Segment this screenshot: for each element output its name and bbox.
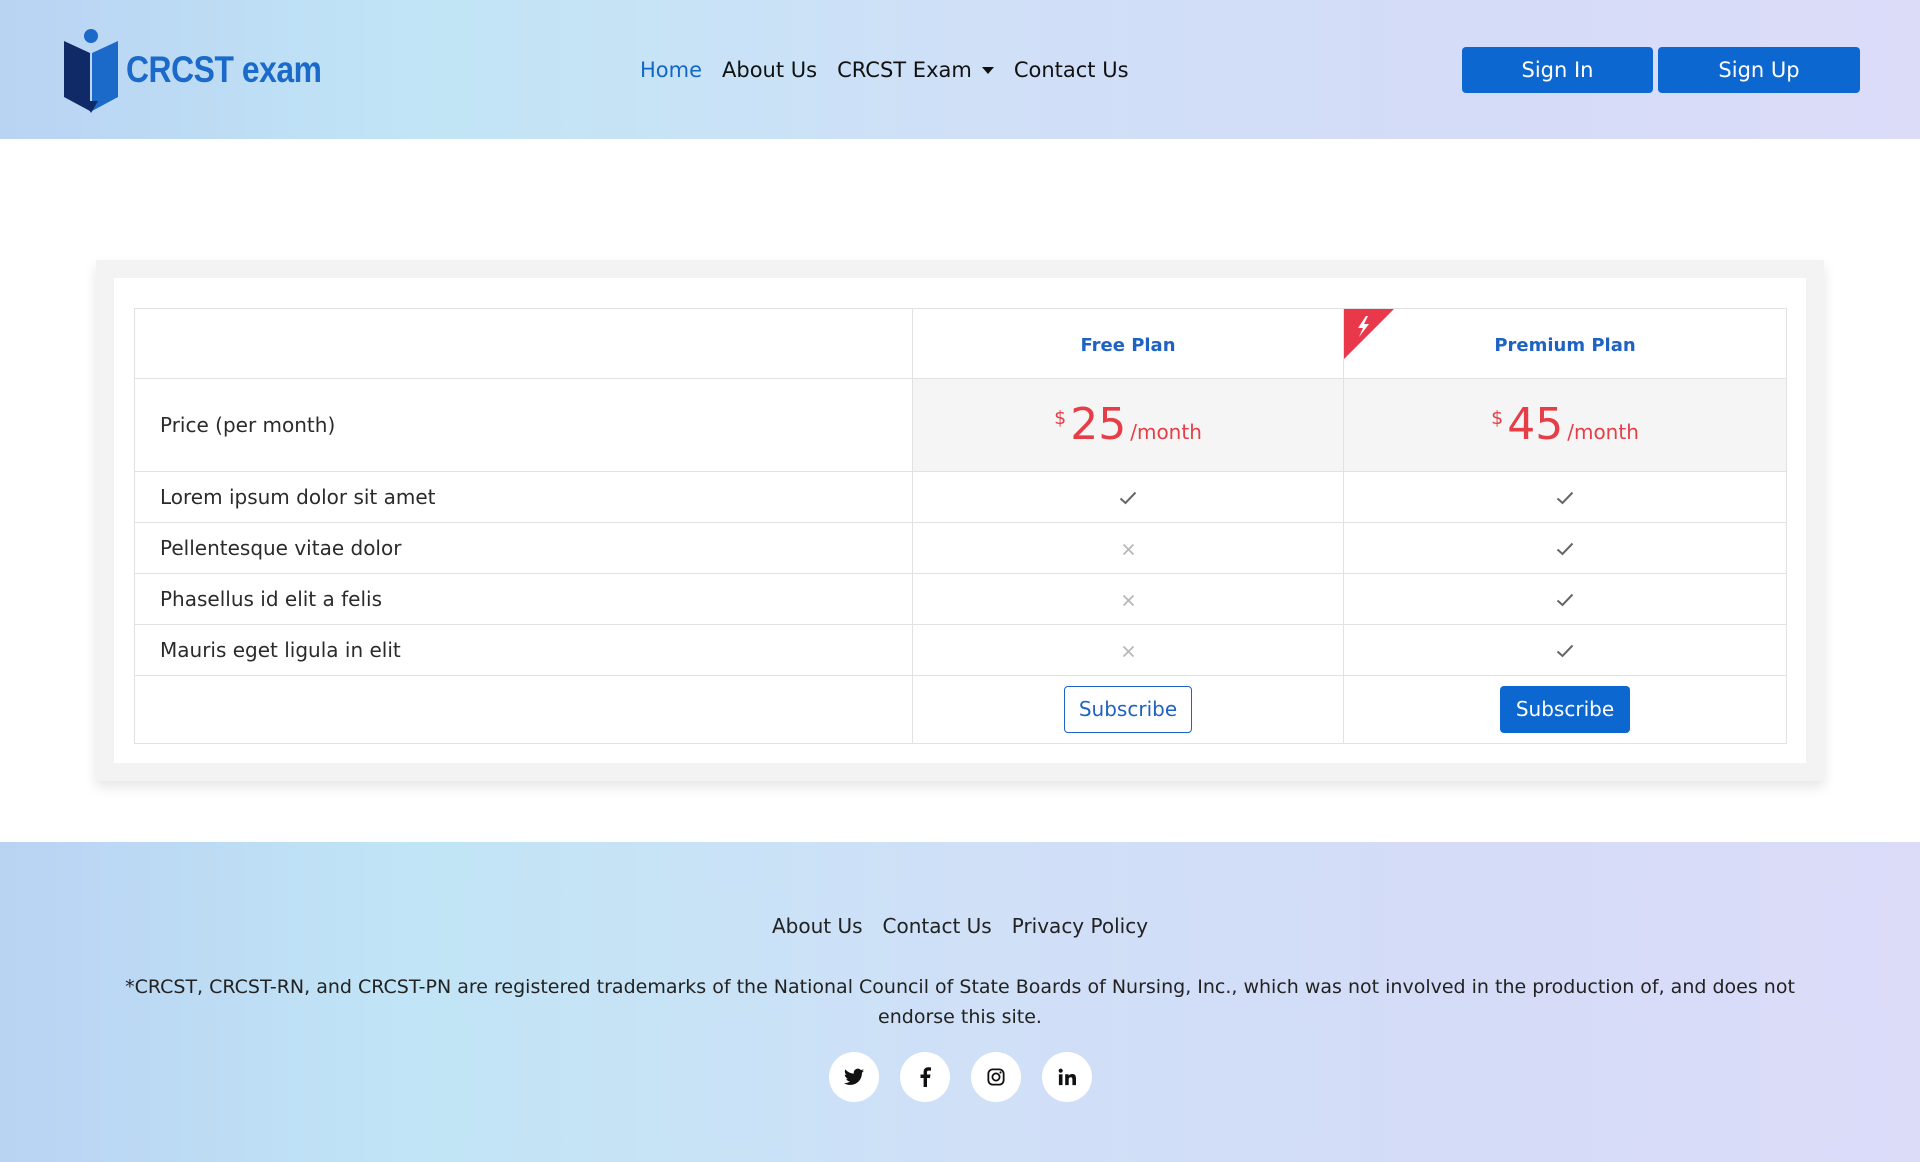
footer-link-about-us[interactable]: About Us bbox=[772, 914, 863, 938]
site-logo[interactable]: CRCST exam bbox=[62, 26, 353, 114]
feature-rows: Lorem ipsum dolor sit amet Pellentesque v… bbox=[134, 471, 1787, 676]
price-period: /month bbox=[1130, 420, 1202, 444]
feature-row: Mauris eget ligula in elit bbox=[134, 624, 1787, 676]
facebook-link[interactable] bbox=[900, 1052, 950, 1102]
main-nav: Home About Us CRCST Exam Contact Us bbox=[640, 54, 1149, 86]
social-links bbox=[0, 1052, 1920, 1102]
nav-crcst-exam-label: CRCST Exam bbox=[837, 58, 972, 82]
premium-plan-feature-cell bbox=[1343, 624, 1787, 676]
feature-label: Lorem ipsum dolor sit amet bbox=[134, 471, 913, 523]
free-plan-title: Free Plan bbox=[1080, 334, 1176, 356]
cross-icon bbox=[1122, 588, 1135, 612]
check-icon bbox=[1556, 537, 1574, 561]
free-plan-action: Subscribe bbox=[912, 675, 1344, 744]
pricing-card: Free Plan Premium Plan Price (per month)… bbox=[96, 260, 1824, 781]
premium-subscribe-button[interactable]: Subscribe bbox=[1499, 686, 1631, 733]
site-header: CRCST exam Home About Us CRCST Exam Cont… bbox=[0, 0, 1920, 139]
twitter-icon bbox=[844, 1068, 864, 1085]
premium-plan-header: Premium Plan bbox=[1343, 308, 1787, 379]
nav-contact-us[interactable]: Contact Us bbox=[1014, 58, 1129, 82]
pricing-card-body: Free Plan Premium Plan Price (per month)… bbox=[114, 278, 1806, 763]
feature-row: Lorem ipsum dolor sit amet bbox=[134, 471, 1787, 523]
site-footer: About Us Contact Us Privacy Policy *CRCS… bbox=[0, 842, 1920, 1162]
check-icon bbox=[1119, 486, 1137, 510]
footer-link-privacy-policy[interactable]: Privacy Policy bbox=[1012, 914, 1148, 938]
linkedin-link[interactable] bbox=[1042, 1052, 1092, 1102]
premium-plan-action: Subscribe bbox=[1343, 675, 1787, 744]
free-plan-feature-cell bbox=[912, 624, 1344, 676]
featured-ribbon bbox=[1344, 309, 1394, 359]
feature-row: Pellentesque vitae dolor bbox=[134, 522, 1787, 574]
nav-home[interactable]: Home bbox=[640, 58, 702, 82]
logo-text: CRCST exam bbox=[126, 49, 322, 90]
free-plan-header: Free Plan bbox=[912, 308, 1344, 379]
currency-symbol: $ bbox=[1054, 407, 1067, 429]
price-amount: 25 bbox=[1070, 399, 1127, 450]
twitter-link[interactable] bbox=[829, 1052, 879, 1102]
feature-label: Phasellus id elit a felis bbox=[134, 573, 913, 625]
pricing-table: Free Plan Premium Plan Price (per month)… bbox=[134, 308, 1787, 744]
subscribe-row: Subscribe Subscribe bbox=[134, 675, 1787, 744]
facebook-icon bbox=[920, 1067, 931, 1087]
feature-label: Pellentesque vitae dolor bbox=[134, 522, 913, 574]
empty-header-cell bbox=[134, 308, 913, 379]
book-reader-logo-icon bbox=[64, 29, 118, 113]
footer-links: About Us Contact Us Privacy Policy bbox=[0, 914, 1920, 938]
price-amount: 45 bbox=[1507, 399, 1564, 450]
free-plan-feature-cell bbox=[912, 522, 1344, 574]
cross-icon bbox=[1122, 639, 1135, 663]
nav-about-us[interactable]: About Us bbox=[722, 58, 817, 82]
free-plan-price: $ 25 /month bbox=[912, 378, 1344, 472]
free-plan-feature-cell bbox=[912, 471, 1344, 523]
chevron-down-icon bbox=[981, 66, 994, 74]
footer-link-contact-us[interactable]: Contact Us bbox=[883, 914, 992, 938]
premium-plan-title: Premium Plan bbox=[1494, 334, 1636, 356]
price-period: /month bbox=[1567, 420, 1639, 444]
premium-plan-feature-cell bbox=[1343, 522, 1787, 574]
premium-plan-feature-cell bbox=[1343, 471, 1787, 523]
sign-up-button[interactable]: Sign Up bbox=[1658, 47, 1860, 93]
check-icon bbox=[1556, 588, 1574, 612]
instagram-icon bbox=[987, 1068, 1005, 1086]
free-plan-feature-cell bbox=[912, 573, 1344, 625]
cross-icon bbox=[1122, 537, 1135, 561]
sign-in-button[interactable]: Sign In bbox=[1462, 47, 1653, 93]
currency-symbol: $ bbox=[1491, 407, 1504, 429]
free-subscribe-button[interactable]: Subscribe bbox=[1063, 686, 1193, 733]
table-header-row: Free Plan Premium Plan bbox=[134, 308, 1787, 379]
feature-label: Mauris eget ligula in elit bbox=[134, 624, 913, 676]
premium-plan-feature-cell bbox=[1343, 573, 1787, 625]
empty-action-cell bbox=[134, 675, 913, 744]
instagram-link[interactable] bbox=[971, 1052, 1021, 1102]
premium-plan-price: $ 45 /month bbox=[1343, 378, 1787, 472]
check-icon bbox=[1556, 639, 1574, 663]
price-row: Price (per month) $ 25 /month $ 45 /mont… bbox=[134, 378, 1787, 472]
price-label: Price (per month) bbox=[134, 378, 913, 472]
nav-crcst-exam-dropdown[interactable]: CRCST Exam bbox=[837, 58, 994, 82]
feature-row: Phasellus id elit a felis bbox=[134, 573, 1787, 625]
linkedin-icon bbox=[1058, 1068, 1076, 1086]
trademark-disclaimer: *CRCST, CRCST-RN, and CRCST-PN are regis… bbox=[125, 976, 1795, 1028]
check-icon bbox=[1556, 486, 1574, 510]
